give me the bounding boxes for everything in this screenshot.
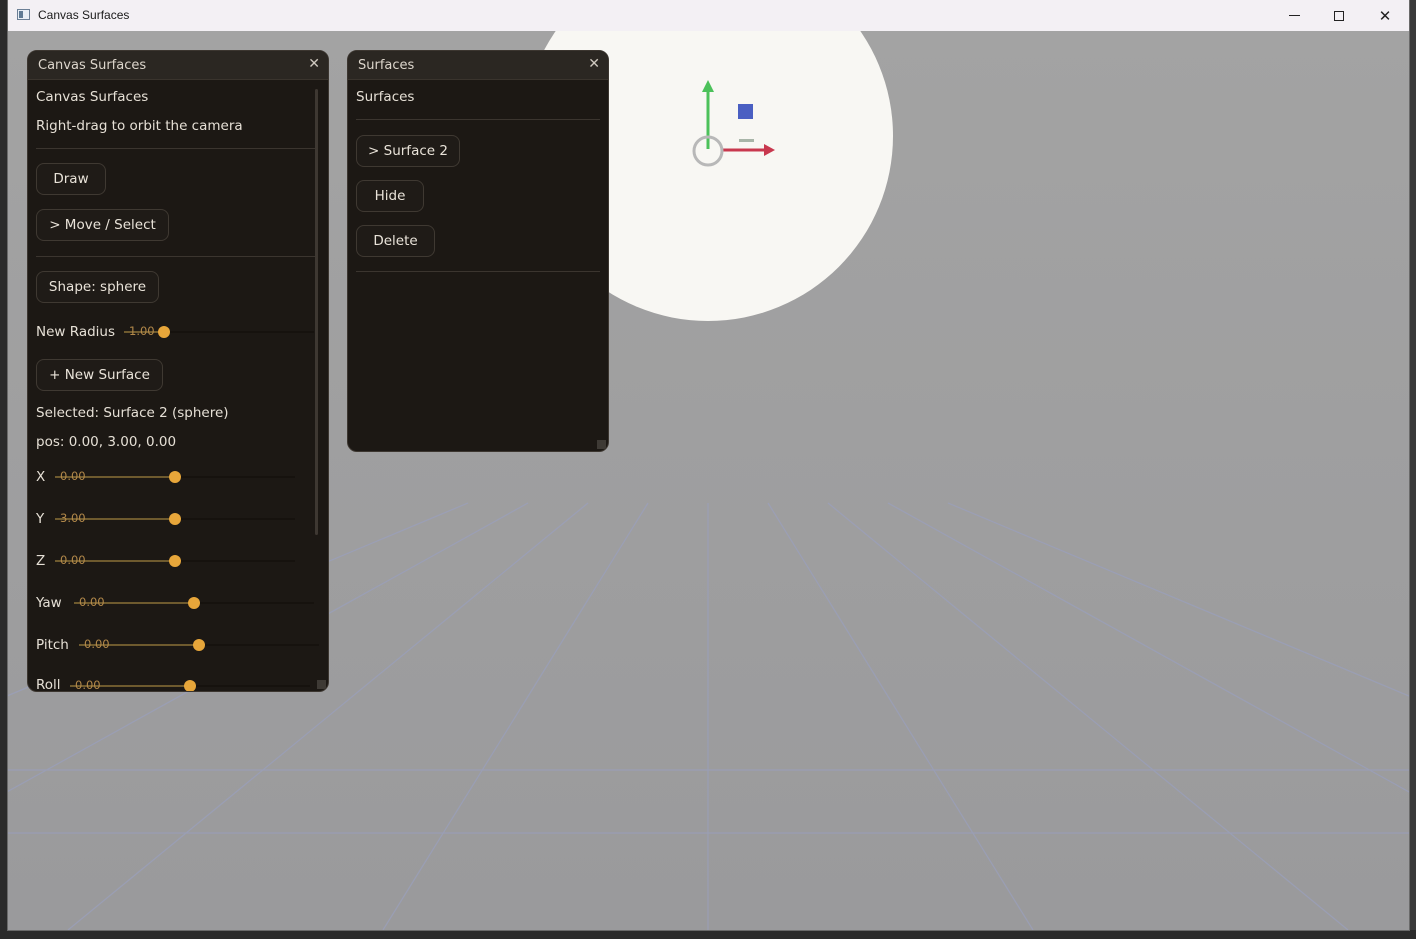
slider-knob[interactable] bbox=[188, 597, 200, 609]
new-radius-label: New Radius bbox=[36, 324, 116, 340]
z-slider[interactable]: 0.00 bbox=[55, 552, 295, 570]
new-surface-button[interactable]: + New Surface bbox=[36, 359, 163, 391]
panel-title: Canvas Surfaces bbox=[38, 58, 147, 73]
slider-value: 0.00 bbox=[84, 637, 110, 651]
slider-knob[interactable] bbox=[184, 680, 196, 691]
slider-value: 0.00 bbox=[60, 553, 86, 567]
roll-slider[interactable]: 0.00 bbox=[70, 677, 310, 692]
surfaces-panel: Surfaces ✕ Surfaces > Surface 2 Hide Del… bbox=[347, 50, 609, 452]
resize-grip[interactable] bbox=[597, 440, 606, 449]
slider-knob[interactable] bbox=[169, 513, 181, 525]
y-slider[interactable]: 3.00 bbox=[55, 510, 295, 528]
y-slider-label: Y bbox=[36, 511, 45, 527]
minimize-button[interactable] bbox=[1271, 0, 1317, 31]
panel-heading: Surfaces bbox=[356, 89, 415, 105]
canvas-surfaces-panel: Canvas Surfaces ✕ Canvas Surfaces Right-… bbox=[27, 50, 329, 692]
panel-header[interactable]: Surfaces ✕ bbox=[348, 51, 608, 80]
close-panel-icon[interactable]: ✕ bbox=[588, 56, 600, 72]
slider-value: 0.00 bbox=[79, 595, 105, 609]
desktop-background-bottom bbox=[0, 930, 1416, 939]
divider bbox=[36, 148, 318, 149]
x-slider-label: X bbox=[36, 469, 46, 485]
slider-knob[interactable] bbox=[169, 555, 181, 567]
maximize-button[interactable] bbox=[1316, 0, 1362, 31]
pitch-slider-label: Pitch bbox=[36, 637, 69, 653]
pitch-slider[interactable]: 0.00 bbox=[79, 636, 319, 654]
divider bbox=[356, 271, 600, 272]
surface-list-item[interactable]: > Surface 2 bbox=[356, 135, 460, 167]
position-readout: pos: 0.00, 3.00, 0.00 bbox=[36, 434, 177, 450]
orbit-hint: Right-drag to orbit the camera bbox=[36, 118, 243, 134]
delete-button[interactable]: Delete bbox=[356, 225, 435, 257]
app-icon bbox=[17, 9, 30, 20]
slider-knob[interactable] bbox=[169, 471, 181, 483]
window-title: Canvas Surfaces bbox=[38, 8, 130, 22]
draw-button[interactable]: Draw bbox=[36, 163, 106, 195]
x-slider[interactable]: 0.00 bbox=[55, 468, 295, 486]
panel-scrollbar[interactable] bbox=[315, 89, 318, 535]
slider-value: 0.00 bbox=[75, 678, 101, 692]
resize-grip[interactable] bbox=[317, 680, 326, 689]
close-icon: ✕ bbox=[1378, 7, 1392, 25]
slider-knob[interactable] bbox=[193, 639, 205, 651]
panel-header[interactable]: Canvas Surfaces ✕ bbox=[28, 51, 328, 80]
close-window-button[interactable]: ✕ bbox=[1362, 0, 1408, 31]
slider-value: 3.00 bbox=[60, 511, 86, 525]
desktop-background-left bbox=[0, 0, 8, 939]
z-slider-label: Z bbox=[36, 553, 46, 569]
selected-surface-text: Selected: Surface 2 (sphere) bbox=[36, 405, 229, 421]
minimize-icon bbox=[1288, 14, 1300, 17]
close-panel-icon[interactable]: ✕ bbox=[308, 56, 320, 72]
slider-value: 1.00 bbox=[129, 324, 155, 338]
panel-title: Surfaces bbox=[358, 58, 415, 73]
slider-value: 0.00 bbox=[60, 469, 86, 483]
maximize-icon bbox=[1334, 10, 1344, 21]
hide-button[interactable]: Hide bbox=[356, 180, 424, 212]
new-radius-slider[interactable]: 1.00 bbox=[124, 323, 314, 341]
yaw-slider-label: Yaw bbox=[36, 595, 62, 611]
slider-knob[interactable] bbox=[158, 326, 170, 338]
shape-select-button[interactable]: Shape: sphere bbox=[36, 271, 159, 303]
title-bar[interactable]: Canvas Surfaces ✕ bbox=[8, 0, 1409, 31]
panel-heading: Canvas Surfaces bbox=[36, 89, 149, 105]
yaw-slider[interactable]: 0.00 bbox=[74, 594, 314, 612]
move-select-button[interactable]: > Move / Select bbox=[36, 209, 169, 241]
divider bbox=[36, 256, 318, 257]
roll-slider-label: Roll bbox=[36, 677, 61, 692]
divider bbox=[356, 119, 600, 120]
